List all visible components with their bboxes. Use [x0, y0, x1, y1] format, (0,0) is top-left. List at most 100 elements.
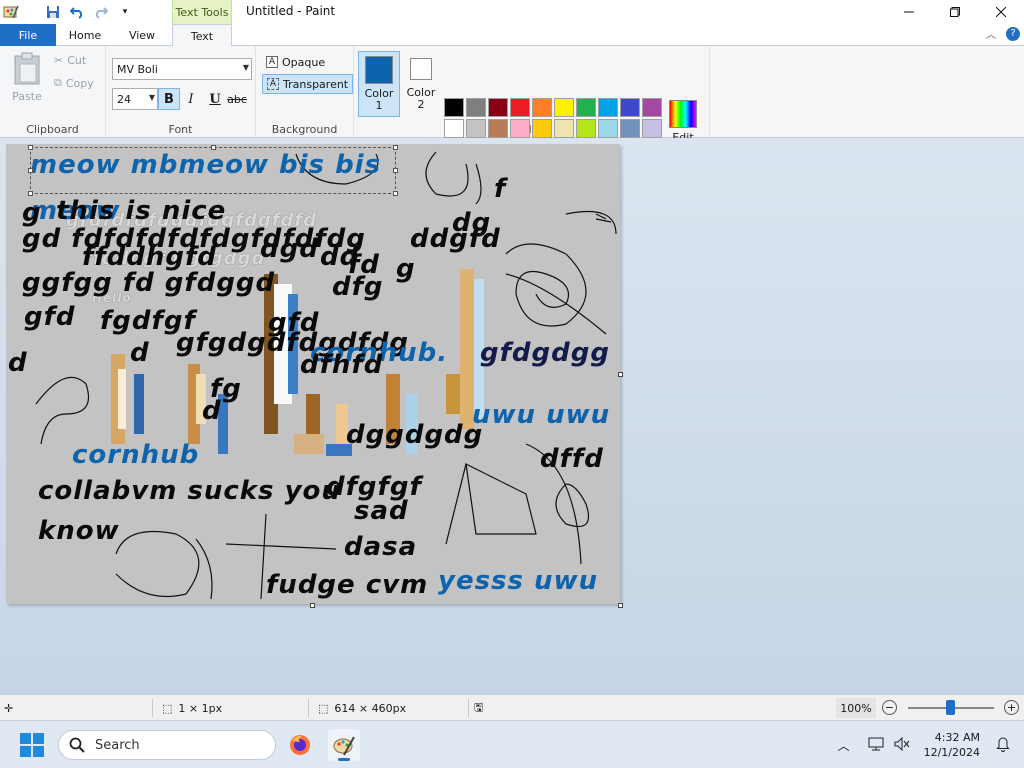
paint-taskbar-button[interactable]: [328, 729, 360, 761]
window-title: Untitled - Paint: [246, 4, 336, 18]
zoom-percentage[interactable]: 100%: [836, 698, 876, 718]
underline-button[interactable]: U: [204, 88, 226, 110]
resize-handle[interactable]: [28, 168, 33, 173]
palette-color-swatch[interactable]: [466, 98, 486, 117]
volume-muted-icon[interactable]: [894, 736, 910, 754]
palette-color-swatch[interactable]: [466, 119, 486, 138]
canvas-text-dggdgdg: dggdgdg: [346, 420, 484, 450]
font-size-select[interactable]: 24 ▼: [112, 88, 158, 110]
clock-time: 4:32 AM: [934, 731, 980, 744]
canvas-text-know: know: [38, 516, 120, 546]
palette-color-swatch[interactable]: [554, 98, 574, 117]
canvas-text-ddgfd: ddgfd: [410, 224, 501, 254]
canvas-text-d-3: d: [202, 396, 222, 426]
palette-color-swatch[interactable]: [642, 119, 662, 138]
undo-icon[interactable]: [68, 3, 86, 21]
firefox-icon: [290, 735, 310, 755]
palette-color-swatch[interactable]: [444, 119, 464, 138]
palette-color-swatch[interactable]: [488, 119, 508, 138]
canvas-text-gfdgdgg: gfdgdgg: [480, 338, 610, 368]
palette-color-swatch[interactable]: [532, 98, 552, 117]
strikethrough-button[interactable]: abc: [226, 88, 248, 110]
palette-color-swatch[interactable]: [598, 119, 618, 138]
resize-handle[interactable]: [393, 191, 398, 196]
canvas-text-yesss-uwu: yesss uwu: [438, 566, 599, 596]
resize-handle[interactable]: [211, 145, 216, 150]
tab-text[interactable]: Text: [172, 24, 232, 47]
help-icon[interactable]: ?: [1006, 26, 1020, 41]
opaque-label: Opaque: [282, 55, 326, 69]
canvas-resize-handle-bottom[interactable]: [310, 603, 315, 608]
start-button[interactable]: [20, 733, 44, 757]
font-group: MV Boli ▼ 24 ▼ B I U abc Font: [106, 46, 256, 138]
palette-color-swatch[interactable]: [576, 119, 596, 138]
bold-button[interactable]: B: [158, 88, 180, 110]
palette-color-swatch[interactable]: [620, 98, 640, 117]
copy-button[interactable]: ⧉ Copy: [54, 76, 94, 90]
minimize-button[interactable]: [886, 0, 932, 24]
tab-home[interactable]: Home: [57, 24, 113, 46]
color-2-button[interactable]: Color 2: [400, 51, 442, 117]
font-family-select[interactable]: MV Boli ▼: [112, 58, 252, 80]
palette-color-swatch[interactable]: [510, 119, 530, 138]
canvas-text-ggfgg: ggfgg fd gfdggd: [22, 268, 276, 298]
notification-bell-icon[interactable]: [996, 736, 1010, 755]
transparent-button[interactable]: A Transparent: [262, 74, 354, 94]
customize-quick-access-icon[interactable]: ▾: [116, 3, 134, 21]
resize-handle[interactable]: [28, 145, 33, 150]
cut-button[interactable]: ✂ Cut: [54, 54, 86, 67]
palette-color-swatch[interactable]: [510, 98, 530, 117]
firefox-taskbar-button[interactable]: [284, 729, 316, 761]
color-1-button[interactable]: Color 1: [358, 51, 400, 117]
close-button[interactable]: [978, 0, 1024, 24]
clock[interactable]: 4:32 AM 12/1/2024: [924, 730, 980, 760]
save-icon[interactable]: [44, 3, 62, 21]
opaque-button[interactable]: A Opaque: [262, 52, 329, 72]
color-spectrum-icon: [669, 100, 697, 128]
canvas-resize-handle-corner[interactable]: [618, 603, 623, 608]
file-size: 🖫: [474, 695, 483, 721]
font-size-value: 24: [117, 92, 131, 106]
canvas-text-fudge-cvm: fudge cvm: [266, 570, 429, 600]
scissors-icon: ✂: [54, 54, 64, 67]
zoom-in-button[interactable]: +: [1004, 700, 1019, 715]
tab-file[interactable]: File: [0, 24, 56, 46]
palette-color-swatch[interactable]: [444, 98, 464, 117]
zoom-slider-thumb[interactable]: [946, 700, 955, 715]
maximize-button[interactable]: [932, 0, 978, 24]
resize-handle[interactable]: [393, 168, 398, 173]
quick-access-toolbar: ▾: [0, 0, 134, 24]
collapse-ribbon-icon[interactable]: ︿: [986, 26, 996, 41]
zoom-out-button[interactable]: −: [882, 700, 897, 715]
color-2-label-line2: 2: [417, 98, 425, 111]
canvas-text-gfd: gfd: [24, 302, 76, 332]
paint-app-icon[interactable]: [2, 3, 20, 21]
tab-view[interactable]: View: [114, 24, 170, 46]
resize-handle[interactable]: [393, 145, 398, 150]
palette-color-swatch[interactable]: [598, 98, 618, 117]
canvas-text-d: d: [8, 348, 28, 378]
search-icon: [69, 737, 85, 753]
background-group: A Opaque A Transparent Background: [256, 46, 354, 138]
palette-color-swatch[interactable]: [642, 98, 662, 117]
paint-icon: [333, 736, 355, 756]
color-1-swatch: [365, 56, 393, 84]
canvas-resize-handle-right[interactable]: [618, 372, 623, 377]
chevron-up-icon[interactable]: ︿: [838, 737, 850, 754]
text-box-selection[interactable]: [28, 145, 398, 196]
canvas-text-dgd: dgd: [260, 234, 319, 264]
palette-color-swatch[interactable]: [576, 98, 596, 117]
palette-color-swatch[interactable]: [532, 119, 552, 138]
network-icon[interactable]: [868, 737, 884, 754]
taskbar-search[interactable]: Search: [58, 730, 276, 760]
palette-color-swatch[interactable]: [554, 119, 574, 138]
font-group-label: Font: [168, 123, 193, 136]
paste-button[interactable]: Paste: [8, 52, 46, 103]
italic-button[interactable]: I: [180, 88, 202, 110]
redo-icon[interactable]: [92, 3, 110, 21]
palette-color-swatch[interactable]: [620, 119, 640, 138]
drawing-canvas[interactable]: gfdfdfdfdgdfdgfdgfdfd ffddhgfd gfgdgd He…: [6, 144, 620, 604]
title-bar: ▾ Text Tools Untitled - Paint: [0, 0, 1024, 24]
palette-color-swatch[interactable]: [488, 98, 508, 117]
resize-handle[interactable]: [28, 191, 33, 196]
